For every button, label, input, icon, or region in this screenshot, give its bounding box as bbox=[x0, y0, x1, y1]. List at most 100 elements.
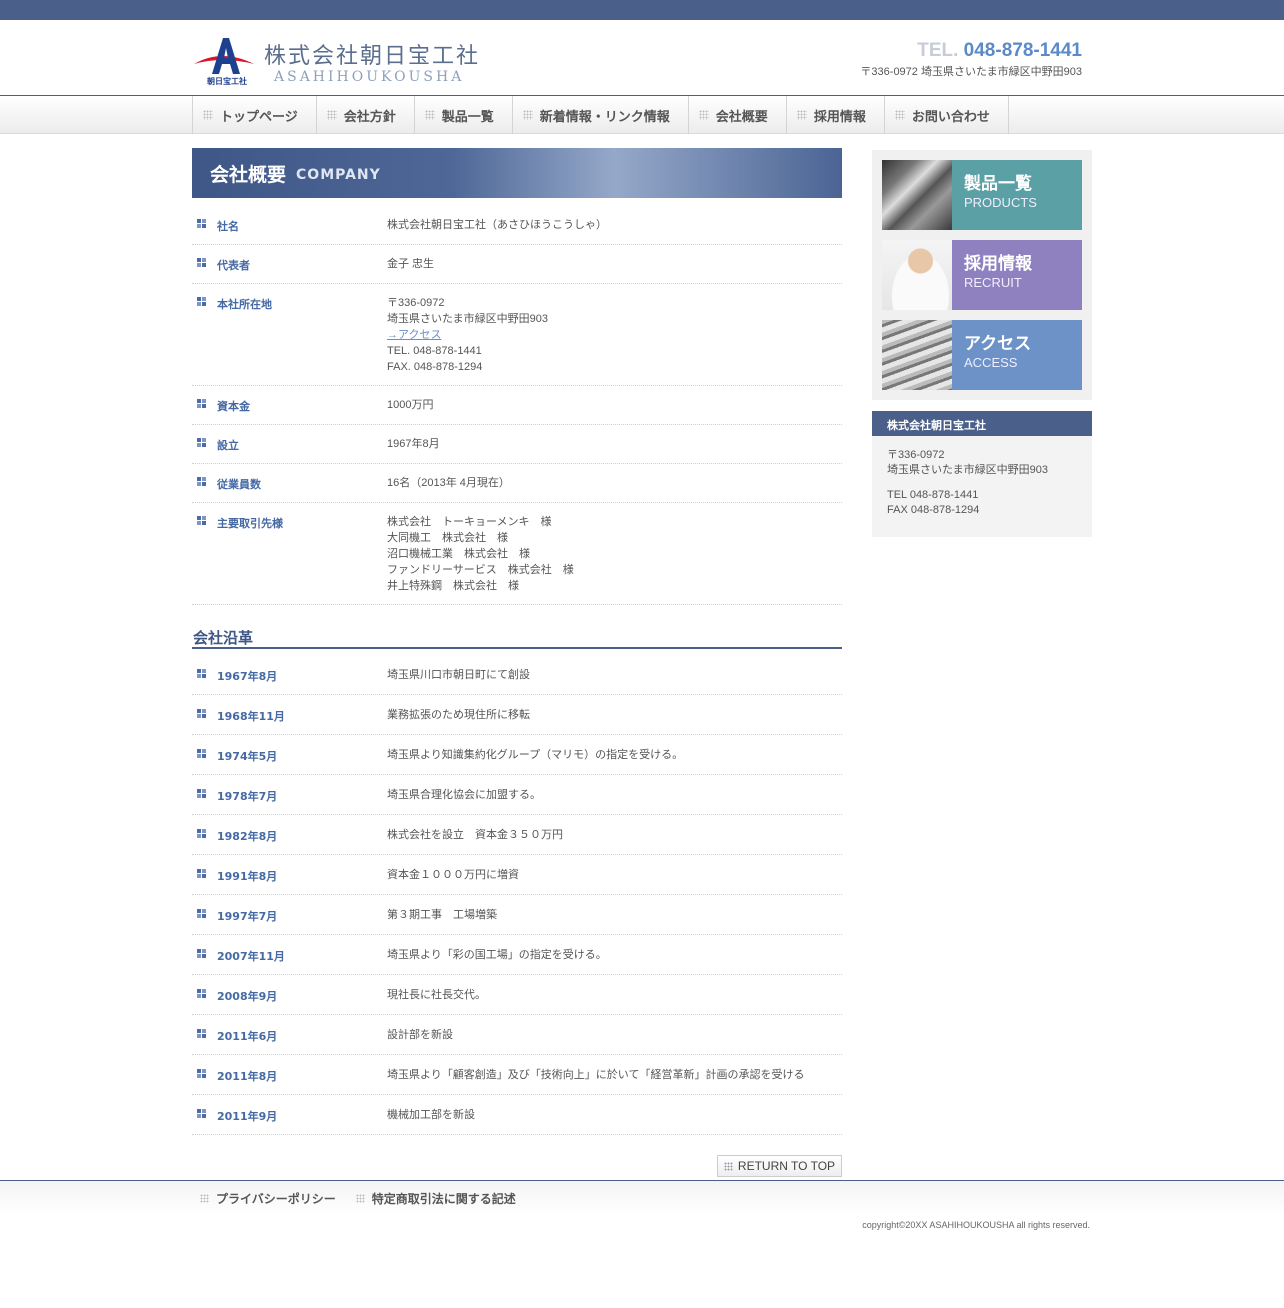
bullet-icon bbox=[197, 477, 206, 486]
global-nav: トップページ 会社方針 製品一覧 新着情報・リンク情報 会社概要 採用情報 お問… bbox=[0, 95, 1284, 134]
bullet-icon bbox=[197, 869, 206, 878]
client-name: 大同機工 株式会社 様 bbox=[387, 532, 508, 544]
nav-products[interactable]: 製品一覧 bbox=[415, 96, 513, 134]
history-event: 埼玉県より知識集約化グループ（マリモ）の指定を受ける。 bbox=[387, 749, 684, 761]
table-row: 2008年9月 現社長に社長交代。 bbox=[192, 975, 842, 1015]
history-date: 2008年9月 bbox=[217, 990, 278, 1003]
table-row: 従業員数 16名（2013年 4月現在） bbox=[192, 464, 842, 503]
table-row: 1974年5月 埼玉県より知識集約化グループ（マリモ）の指定を受ける。 bbox=[192, 735, 842, 775]
nav-top[interactable]: トップページ bbox=[193, 96, 317, 134]
table-row: 1982年8月 株式会社を設立 資本金３５０万円 bbox=[192, 815, 842, 855]
logo-roman: ASAHIHOUKOUSHA bbox=[274, 69, 465, 85]
history-date: 1967年8月 bbox=[217, 670, 278, 683]
table-row: 資本金 1000万円 bbox=[192, 386, 842, 425]
header-address: 〒336-0972 埼玉県さいたま市緑区中野田903 bbox=[860, 66, 1082, 78]
client-name: ファンドリーサービス 株式会社 様 bbox=[387, 564, 574, 576]
bullet-icon bbox=[197, 438, 206, 447]
nav-recruit[interactable]: 採用情報 bbox=[787, 96, 885, 134]
banner-label-jp: 採用情報 bbox=[964, 254, 1032, 274]
bullet-icon bbox=[197, 516, 206, 525]
dots-icon bbox=[796, 110, 807, 120]
tel-label: TEL. bbox=[917, 40, 959, 61]
nav-label: トップページ bbox=[220, 109, 298, 125]
history-date: 1978年7月 bbox=[217, 790, 278, 803]
nav-label: 採用情報 bbox=[813, 109, 866, 125]
company-box-title: 株式会社朝日宝工社 bbox=[872, 411, 1092, 436]
row-key: 本社所在地 bbox=[217, 298, 272, 311]
nav-policy[interactable]: 会社方針 bbox=[317, 96, 415, 134]
history-event: 埼玉県より「顧客創造」及び「技術向上」に於いて「経営革新」計画の承認を受ける bbox=[387, 1069, 805, 1081]
dots-icon bbox=[522, 110, 533, 120]
history-date: 1982年8月 bbox=[217, 830, 278, 843]
return-to-top-button[interactable]: RETURN TO TOP bbox=[717, 1155, 842, 1177]
dots-icon bbox=[200, 1194, 209, 1203]
table-row: 1978年7月 埼玉県合理化協会に加盟する。 bbox=[192, 775, 842, 815]
history-table: 1967年8月 埼玉県川口市朝日町にて創設 1968年11月 業務拡張のため現住所に… bbox=[192, 655, 842, 1135]
bullet-icon bbox=[197, 258, 206, 267]
bullet-icon bbox=[197, 829, 206, 838]
header-contact: TEL. 048-878-1441 〒336-0972 埼玉県さいたま市緑区中野… bbox=[860, 40, 1082, 79]
table-row: 本社所在地 〒336-0972 埼玉県さいたま市緑区中野田903 →アクセス T… bbox=[192, 284, 842, 386]
products-photo bbox=[882, 160, 952, 230]
nav-news[interactable]: 新着情報・リンク情報 bbox=[513, 96, 689, 134]
banner-access[interactable]: アクセス ACCESS bbox=[882, 320, 1082, 390]
bullet-icon bbox=[197, 709, 206, 718]
client-name: 井上特殊鋼 株式会社 様 bbox=[387, 580, 519, 592]
logo[interactable]: 朝日宝工社 株式会社朝日宝工社 ASAHIHOUKOUSHA bbox=[192, 30, 492, 90]
history-date: 1997年7月 bbox=[217, 910, 278, 923]
nav-label: 会社概要 bbox=[715, 109, 768, 125]
history-event: 株式会社を設立 資本金３５０万円 bbox=[387, 829, 563, 841]
bullet-icon bbox=[197, 1029, 206, 1038]
table-row: 1997年7月 第３期工事 工場増築 bbox=[192, 895, 842, 935]
history-date: 1968年11月 bbox=[217, 710, 285, 723]
row-value: 株式会社朝日宝工社（あさひほうこうしゃ） bbox=[387, 219, 607, 231]
nav-company[interactable]: 会社概要 bbox=[689, 96, 787, 134]
banner-products[interactable]: 製品一覧 PRODUCTS bbox=[882, 160, 1082, 230]
nav-label: お問い合わせ bbox=[911, 109, 990, 125]
history-event: 現社長に社長交代。 bbox=[387, 989, 486, 1001]
table-row: 設立 1967年8月 bbox=[192, 425, 842, 464]
nav-contact[interactable]: お問い合わせ bbox=[885, 96, 1009, 134]
footer-link-privacy[interactable]: プライバシーポリシー bbox=[200, 1190, 336, 1207]
nav-label: 新着情報・リンク情報 bbox=[539, 109, 670, 125]
logo-mark-icon: 朝日宝工社 bbox=[194, 38, 254, 86]
footer-link-tokusho[interactable]: 特定商取引法に関する記述 bbox=[355, 1190, 516, 1207]
table-row: 社名 株式会社朝日宝工社（あさひほうこうしゃ） bbox=[192, 206, 842, 245]
history-event: 設計部を新設 bbox=[387, 1029, 453, 1041]
bullet-icon bbox=[197, 789, 206, 798]
dots-icon bbox=[424, 110, 435, 120]
client-name: 沼口機械工業 株式会社 様 bbox=[387, 548, 530, 560]
table-row: 1968年11月 業務拡張のため現住所に移転 bbox=[192, 695, 842, 735]
company-tel: TEL 048-878-1441 bbox=[887, 489, 979, 501]
company-fax: FAX 048-878-1294 bbox=[887, 504, 980, 516]
page-title-jp: 会社概要 bbox=[210, 163, 287, 186]
company-box: 株式会社朝日宝工社 〒336-0972 埼玉県さいたま市緑区中野田903 TEL … bbox=[872, 411, 1092, 537]
banner-label-en: ACCESS bbox=[964, 355, 1018, 370]
bullet-icon bbox=[197, 989, 206, 998]
table-row: 2011年8月 埼玉県より「顧客創造」及び「技術向上」に於いて「経営革新」計画の承… bbox=[192, 1055, 842, 1095]
history-date: 2011年6月 bbox=[217, 1030, 278, 1043]
row-value: 1967年8月 bbox=[387, 438, 440, 450]
page-title: 会社概要 COMPANY bbox=[192, 148, 842, 198]
row-key: 資本金 bbox=[217, 400, 250, 413]
bullet-icon bbox=[197, 949, 206, 958]
bullet-icon bbox=[197, 219, 206, 228]
history-event: 埼玉県川口市朝日町にて創設 bbox=[387, 669, 530, 681]
footer: プライバシーポリシー 特定商取引法に関する記述 bbox=[0, 1180, 1284, 1216]
bullet-icon bbox=[197, 1069, 206, 1078]
table-row: 代表者 金子 忠生 bbox=[192, 245, 842, 284]
bullet-icon bbox=[197, 297, 206, 306]
main-content: 会社概要 COMPANY 社名 株式会社朝日宝工社（あさひほうこうしゃ） 代表者… bbox=[192, 148, 842, 1195]
row-key: 設立 bbox=[217, 439, 239, 452]
sidebar-banners: 製品一覧 PRODUCTS 採用情報 RECRUIT アクセス ACCESS bbox=[872, 150, 1092, 400]
recruit-photo bbox=[882, 240, 952, 310]
banner-recruit[interactable]: 採用情報 RECRUIT bbox=[882, 240, 1082, 310]
access-link[interactable]: →アクセス bbox=[387, 329, 441, 341]
copyright: copyright©20XX ASAHIHOUKOUSHA all rights… bbox=[862, 1220, 1090, 1230]
dots-icon bbox=[894, 110, 905, 120]
history-date: 2011年9月 bbox=[217, 1110, 278, 1123]
banner-label-en: RECRUIT bbox=[964, 275, 1022, 290]
table-row: 2011年9月 機械加工部を新設 bbox=[192, 1095, 842, 1135]
bullet-icon bbox=[197, 749, 206, 758]
table-row: 2007年11月 埼玉県より「彩の国工場」の指定を受ける。 bbox=[192, 935, 842, 975]
